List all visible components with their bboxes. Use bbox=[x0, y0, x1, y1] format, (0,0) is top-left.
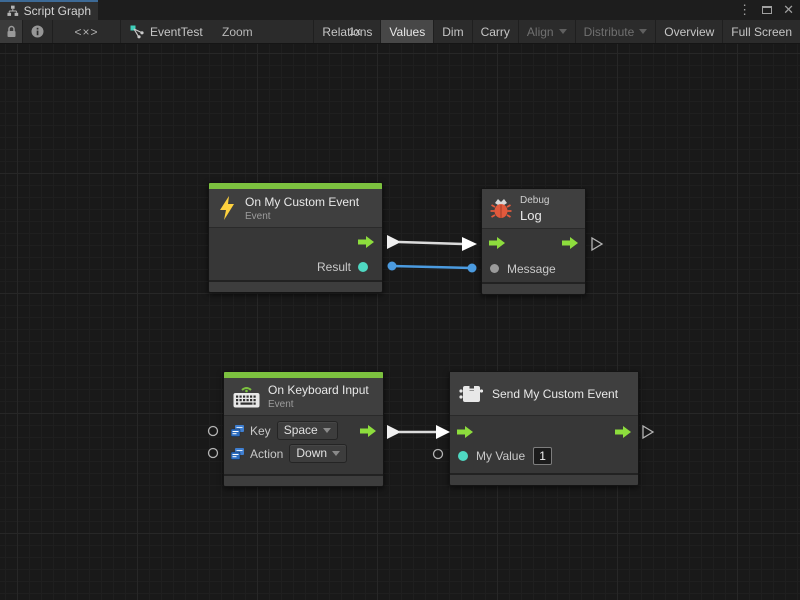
action-port-label: Action bbox=[250, 447, 283, 461]
align-button[interactable]: Align bbox=[518, 20, 575, 43]
node-footer bbox=[224, 474, 383, 486]
node-subtitle: Event bbox=[268, 399, 369, 410]
overview-button[interactable]: Overview bbox=[655, 20, 722, 43]
flow-output-port[interactable] bbox=[358, 236, 374, 248]
zoom-label: Zoom bbox=[222, 20, 253, 43]
info-icon bbox=[31, 25, 44, 38]
my-value-port-label: My Value bbox=[476, 449, 525, 463]
node-header: Debug Log bbox=[482, 189, 585, 229]
code-icon: <×> bbox=[74, 25, 98, 39]
code-preview-button[interactable]: <×> bbox=[53, 20, 121, 43]
key-port-label: Key bbox=[250, 424, 271, 438]
node-debug-log[interactable]: Debug Log Message bbox=[481, 188, 586, 295]
result-port-label: Result bbox=[317, 260, 351, 274]
close-icon[interactable]: ✕ bbox=[783, 0, 794, 20]
my-value-input-port[interactable] bbox=[458, 451, 468, 461]
unity-script-graph-window: Script Graph ⋮ ✕ <×> bbox=[0, 0, 800, 600]
message-input-port[interactable] bbox=[490, 264, 499, 273]
node-body: Message bbox=[482, 229, 585, 282]
graph-toolbar: <×> EventTest Zoom 1x Relations Values bbox=[0, 20, 800, 44]
graph-name[interactable]: EventTest bbox=[150, 20, 203, 43]
tab-title: Script Graph bbox=[24, 4, 91, 18]
flow-output-port[interactable] bbox=[360, 425, 376, 437]
node-body: Key Space Action bbox=[224, 416, 383, 474]
result-output-port[interactable] bbox=[358, 262, 368, 272]
flow-input-port[interactable] bbox=[489, 237, 505, 249]
flow-input-port[interactable] bbox=[457, 426, 473, 438]
node-footer bbox=[450, 473, 638, 485]
node-surtitle: Debug bbox=[520, 195, 549, 206]
window-controls: ⋮ ✕ bbox=[738, 0, 794, 20]
node-title: Send My Custom Event bbox=[492, 387, 618, 401]
flow-output-port[interactable] bbox=[562, 237, 578, 249]
lightning-icon bbox=[218, 196, 236, 220]
node-footer bbox=[209, 280, 382, 292]
hierarchy-icon bbox=[7, 5, 19, 17]
node-send-my-custom-event[interactable]: Send My Custom Event My Value 1 bbox=[449, 371, 639, 486]
values-button[interactable]: Values bbox=[380, 20, 433, 43]
lock-icon bbox=[6, 25, 17, 38]
chevron-down-icon bbox=[639, 29, 647, 34]
dropdown-caret-icon bbox=[323, 428, 331, 433]
node-on-keyboard-input[interactable]: On Keyboard Input Event Key Space bbox=[223, 371, 384, 487]
action-dropdown[interactable]: Down bbox=[289, 444, 347, 463]
node-title: On My Custom Event bbox=[245, 195, 359, 209]
node-body: My Value 1 bbox=[450, 416, 638, 473]
node-header: On Keyboard Input Event bbox=[224, 378, 383, 416]
dropdown-caret-icon bbox=[332, 451, 340, 456]
graph-reference[interactable] bbox=[130, 20, 145, 43]
full-screen-button[interactable]: Full Screen bbox=[722, 20, 800, 43]
node-header: Send My Custom Event bbox=[450, 372, 638, 416]
maximize-icon[interactable] bbox=[762, 6, 772, 14]
node-title: Log bbox=[520, 208, 549, 223]
graph-icon bbox=[130, 25, 145, 39]
window-menu-icon[interactable]: ⋮ bbox=[738, 0, 751, 20]
dim-button[interactable]: Dim bbox=[433, 20, 471, 43]
node-title: On Keyboard Input bbox=[268, 383, 369, 397]
graph-canvas[interactable] bbox=[0, 44, 800, 600]
carry-button[interactable]: Carry bbox=[472, 20, 518, 43]
distribute-button[interactable]: Distribute bbox=[575, 20, 656, 43]
node-header: On My Custom Event Event bbox=[209, 189, 382, 228]
flow-output-port[interactable] bbox=[615, 426, 631, 438]
enum-field-icon bbox=[231, 425, 244, 437]
key-dropdown[interactable]: Space bbox=[277, 421, 338, 440]
toolbar-right-group: Relations Values Dim Carry Align Distrib… bbox=[313, 20, 800, 43]
node-subtitle: Event bbox=[245, 211, 359, 222]
machine-icon bbox=[459, 383, 483, 405]
tab-script-graph[interactable]: Script Graph bbox=[0, 0, 98, 20]
enum-field-icon bbox=[231, 448, 244, 460]
tab-bar: Script Graph ⋮ ✕ bbox=[0, 0, 800, 20]
node-body: Result bbox=[209, 228, 382, 280]
message-port-label: Message bbox=[507, 262, 556, 276]
lock-button[interactable] bbox=[0, 20, 23, 43]
my-value-field[interactable]: 1 bbox=[533, 447, 552, 465]
relations-button[interactable]: Relations bbox=[313, 20, 380, 43]
keyboard-icon bbox=[233, 385, 260, 408]
node-on-my-custom-event[interactable]: On My Custom Event Event Result bbox=[208, 182, 383, 293]
bug-icon bbox=[490, 198, 512, 219]
node-footer bbox=[482, 282, 585, 294]
info-button[interactable] bbox=[23, 20, 53, 43]
chevron-down-icon bbox=[559, 29, 567, 34]
